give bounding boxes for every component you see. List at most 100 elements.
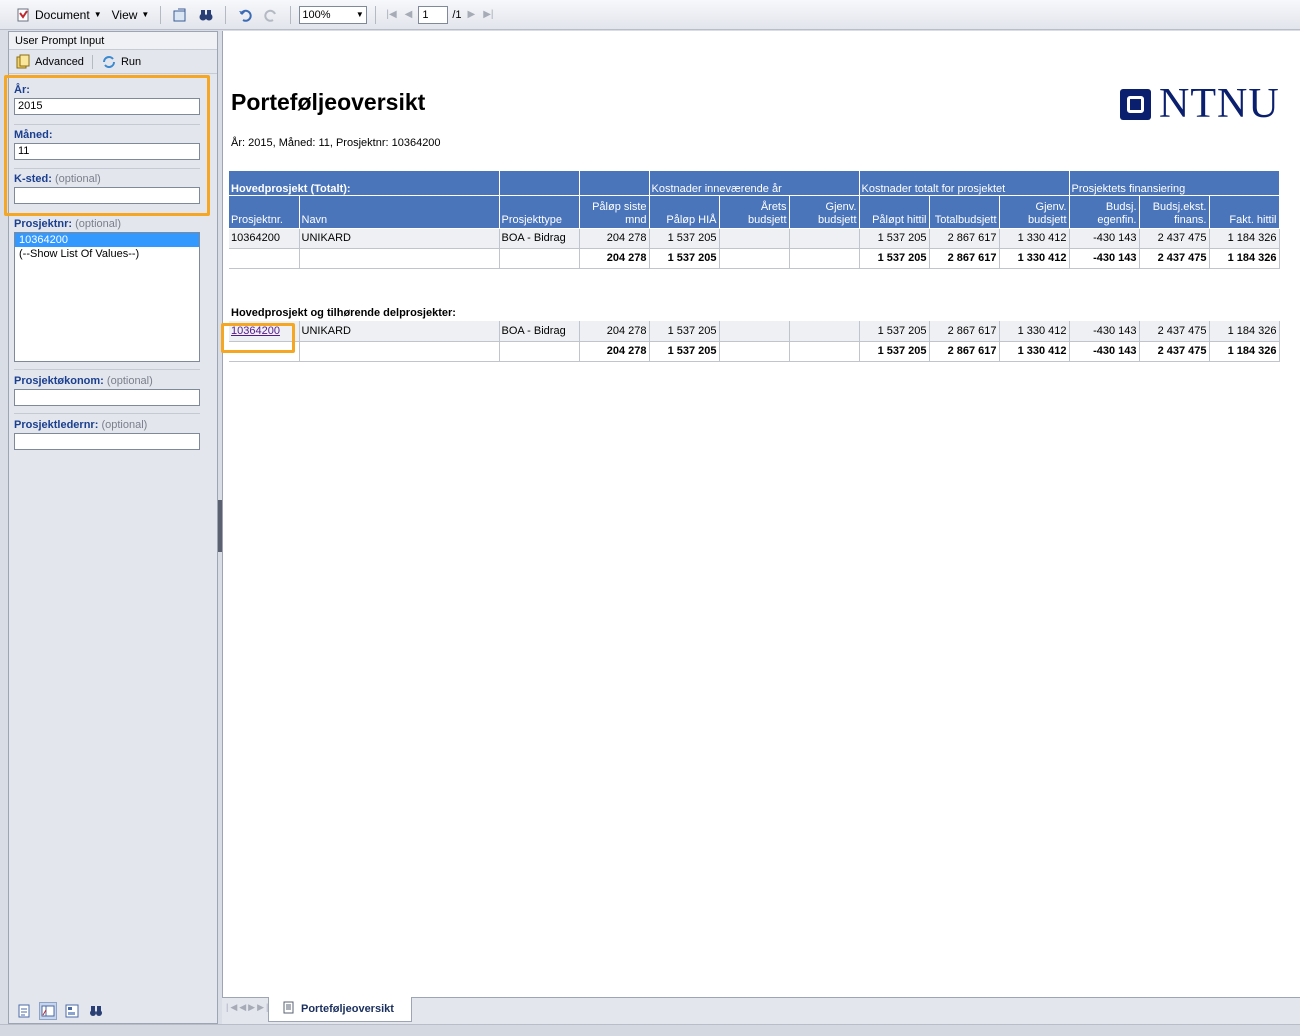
first-page-icon[interactable]: |◀ <box>384 9 398 20</box>
ntnu-logo-mark <box>1120 88 1151 120</box>
report-page-icon <box>283 1001 295 1017</box>
document-menu-label: Document <box>35 7 90 22</box>
table-cell <box>719 321 790 342</box>
list-item[interactable]: (--Show List Of Values--) <box>15 247 199 261</box>
prompt-prosjektledernr-label: Prosjektledernr: (optional) <box>14 419 200 431</box>
prompt-highlight-frame <box>4 75 210 216</box>
undo-button[interactable] <box>234 4 256 26</box>
total-cell: 2 867 617 <box>929 341 1000 362</box>
total-cell: 2 867 617 <box>929 248 1000 269</box>
table-cell: 204 278 <box>579 228 650 249</box>
export-button[interactable] <box>169 4 191 26</box>
total-cell: 1 537 205 <box>649 248 720 269</box>
table-cell <box>789 321 860 342</box>
section-title: Hovedprosjekt og tilhørende delprosjekte… <box>231 307 456 319</box>
table-cell: 2 867 617 <box>929 228 1000 249</box>
table-cell: 2 437 475 <box>1139 321 1210 342</box>
prompt-panel-title: User Prompt Input <box>9 32 217 50</box>
prosjektokonom-input[interactable] <box>14 389 200 406</box>
prompt-prosjektokonom-label: Prosjektøkonom: (optional) <box>14 375 200 387</box>
column-header: Prosjektnr. <box>229 195 300 229</box>
document-icon <box>15 7 31 23</box>
column-header-text: Totalbudsjett <box>934 213 997 226</box>
table-cell: 1 537 205 <box>649 228 720 249</box>
chevron-down-icon: ▼ <box>93 10 102 19</box>
next-page-icon[interactable]: ▶ <box>466 9 478 20</box>
table-cell: -430 143 <box>1069 321 1140 342</box>
column-header-text: finans. <box>1174 213 1207 226</box>
total-cell <box>229 248 300 269</box>
prompt-panel-icon[interactable] <box>39 1002 57 1020</box>
table-cell: 2 867 617 <box>929 321 1000 342</box>
total-cell <box>499 248 580 269</box>
page-icon[interactable] <box>15 1002 33 1020</box>
advanced-button[interactable]: Advanced <box>35 56 84 68</box>
tab-scroll-icon[interactable]: |◀◀▶▶| <box>226 1002 270 1013</box>
zoom-value: 100% <box>302 8 331 21</box>
optional-hint: (optional) <box>101 419 148 431</box>
total-cell <box>299 248 500 269</box>
page-number-input[interactable]: 1 <box>418 5 449 24</box>
column-header: Gjenv. budsjett <box>789 195 860 229</box>
tab-portefoljeoversikt[interactable]: Porteføljeoversikt <box>268 997 412 1022</box>
binoculars-icon[interactable] <box>87 1002 105 1020</box>
table-cell: 1 330 412 <box>999 321 1070 342</box>
view-menu[interactable]: View ▼ <box>109 4 153 26</box>
report-parameters: År: 2015, Måned: 11, Prosjektnr: 1036420… <box>231 137 441 149</box>
total-cell <box>789 248 860 269</box>
advanced-icon[interactable] <box>15 54 31 70</box>
ntnu-logo-text: NTNU <box>1159 81 1280 127</box>
prompt-prosjektnr-label: Prosjektnr: (optional) <box>14 218 200 230</box>
column-header: Årets budsjett <box>719 195 790 229</box>
group-header-empty <box>579 171 650 196</box>
column-header-text: budsjett <box>747 213 787 226</box>
table-total-row: 204 278 1 537 205 1 537 205 2 867 617 1 330 … <box>229 248 1280 269</box>
refresh-icon[interactable] <box>101 54 117 70</box>
total-cell: -430 143 <box>1069 248 1140 269</box>
summary-table: Hovedprosjekt (Totalt): Kostnader innevæ… <box>229 171 1280 269</box>
table-row: 10364200 UNIKARD BOA - Bidrag 204 278 1 537 … <box>229 228 1280 249</box>
run-button[interactable]: Run <box>121 56 141 68</box>
column-header-text: Budsj.ekst. <box>1152 200 1207 213</box>
prosjektledernr-input[interactable] <box>14 433 200 450</box>
redo-button[interactable] <box>260 4 282 26</box>
column-header-text: Påløp siste <box>592 200 647 213</box>
table-cell: 10364200 <box>229 228 300 249</box>
structure-icon[interactable] <box>63 1002 81 1020</box>
column-header-text: budsjett <box>817 213 857 226</box>
page-total: /1 <box>452 8 462 21</box>
table-cell: 2 437 475 <box>1139 228 1210 249</box>
prompt-prosjektokonom: Prosjektøkonom: (optional) <box>14 375 200 406</box>
table-column-header: Prosjektnr. Navn Prosjekttype Påløp siste mn… <box>229 195 1280 229</box>
binoculars-icon <box>198 7 214 23</box>
column-header-text: Årets <box>760 200 787 213</box>
column-header-text: mnd <box>625 213 647 226</box>
last-page-icon[interactable]: ▶| <box>481 9 495 20</box>
find-button[interactable] <box>195 4 217 26</box>
column-header: Fakt. hittil <box>1209 195 1280 229</box>
column-header-text: Prosjektnr. <box>231 213 283 226</box>
table-cell <box>719 228 790 249</box>
link-highlight-frame <box>221 323 295 353</box>
previous-page-icon[interactable]: ◀ <box>403 9 415 20</box>
prosjektnr-listbox[interactable]: 10364200 (--Show List Of Values--) <box>14 232 200 362</box>
export-icon <box>172 7 188 23</box>
table-cell: UNIKARD <box>299 321 500 342</box>
zoom-select[interactable]: 100% ▼ <box>299 5 368 24</box>
column-header: Påløpt hittil <box>859 195 930 229</box>
table-cell: 1 184 326 <box>1209 228 1280 249</box>
table-cell: UNIKARD <box>299 228 500 249</box>
total-cell <box>789 341 860 362</box>
group-header-financing: Prosjektets finansiering <box>1069 171 1280 196</box>
list-item[interactable]: 10364200 <box>15 233 199 247</box>
toolbar-divider <box>375 5 377 24</box>
table-cell: 1 537 205 <box>859 321 930 342</box>
column-header: Budsj. egenfin. <box>1069 195 1140 229</box>
table-cell: 204 278 <box>579 321 650 342</box>
toolbar: Document ▼ View ▼ 100% ▼ |◀ ◀ 1 /1 ▶ ▶| <box>0 0 1300 30</box>
panel-view-switcher <box>9 999 217 1023</box>
document-menu[interactable]: Document ▼ <box>12 4 105 26</box>
column-header-text: Påløpt hittil <box>872 213 927 226</box>
view-menu-label: View <box>111 7 138 22</box>
column-header-text: Påløp HIÅ <box>666 213 717 226</box>
